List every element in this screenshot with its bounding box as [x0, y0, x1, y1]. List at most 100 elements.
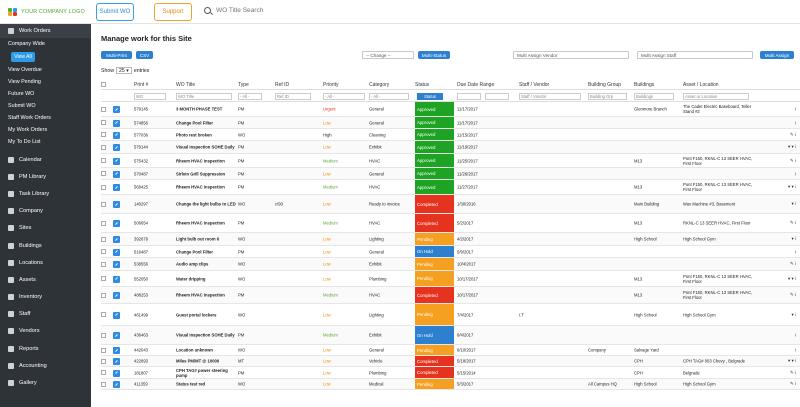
entries-select[interactable]: 25 ▾: [115, 67, 132, 74]
print-number-cell[interactable]: 411359: [134, 382, 170, 387]
row-actions[interactable]: ▾ ▾ i: [788, 144, 796, 150]
column-header-type[interactable]: Type: [238, 82, 249, 88]
sidebar-item-pm-library[interactable]: PM Library: [0, 168, 91, 185]
row-checkbox[interactable]: [101, 220, 106, 226]
wo-title-link-cell[interactable]: Change the light bulbs to LED: [176, 202, 236, 207]
table-row[interactable]: 442043 Location unknown WO Low General Pendin…: [101, 345, 800, 356]
sidebar-link-submit-wo[interactable]: Submit WO: [0, 100, 91, 112]
row-actions[interactable]: i: [795, 107, 796, 112]
row-actions[interactable]: ✎ i: [790, 292, 796, 298]
edit-icon[interactable]: [113, 236, 120, 243]
wo-title-link-cell[interactable]: Location unknown: [176, 348, 236, 353]
print-number-cell[interactable]: 461499: [134, 312, 170, 317]
wo-title-search-input[interactable]: [216, 5, 326, 15]
column-header-bgroup[interactable]: Building Group: [588, 82, 621, 88]
row-actions[interactable]: i: [795, 249, 796, 254]
table-row[interactable]: 516487 Change Pool Filter PM Low General On H…: [101, 246, 800, 258]
search-icon[interactable]: [204, 7, 211, 14]
table-row[interactable]: 506654 Rheem HVAC Inspection PM Medium HVAC C…: [101, 214, 800, 233]
wo-title-link-cell[interactable]: Visual Inspection SOHE Daily: [176, 145, 236, 150]
status-badge[interactable]: Completed: [415, 356, 454, 366]
sidebar-item-task-library[interactable]: Task Library: [0, 185, 91, 202]
table-row[interactable]: 140297 Change the light bulbs to LED WO c/9…: [101, 195, 800, 214]
status-badge[interactable]: Pending: [415, 304, 454, 325]
multi-assign-staff-select[interactable]: Multi Assign Staff: [637, 51, 753, 59]
sidebar-item-staff[interactable]: Staff: [0, 306, 91, 323]
wo-title-link-cell[interactable]: 3 MONTH PHASE TEST: [176, 107, 236, 112]
status-badge[interactable]: On Hold: [415, 246, 454, 257]
column-header-title[interactable]: WO Title: [176, 82, 195, 88]
wo-title-link-cell[interactable]: Rheem HVAC Inspection: [176, 221, 236, 226]
row-checkbox[interactable]: [101, 370, 106, 375]
column-header-staff[interactable]: Staff / Vendor: [519, 82, 549, 88]
edit-icon[interactable]: [113, 275, 120, 283]
row-checkbox[interactable]: [101, 106, 106, 112]
row-actions[interactable]: i: [795, 120, 796, 125]
print-number-cell[interactable]: 506654: [134, 221, 170, 226]
sidebar-company-wide[interactable]: Company Wide: [0, 38, 91, 50]
row-checkbox[interactable]: [101, 276, 106, 281]
multi-assign-vendor-select[interactable]: Multi Assign Vendor: [513, 51, 629, 59]
status-badge[interactable]: Pending: [415, 258, 454, 270]
sidebar-item-inventory[interactable]: Inventory: [0, 289, 91, 306]
sidebar-link-my-work-orders[interactable]: My Work Orders: [0, 124, 91, 136]
sidebar-link-my-to-do-list[interactable]: My To Do List: [0, 136, 91, 148]
print-number-cell[interactable]: 552050: [134, 276, 170, 281]
sidebar-item-calendar[interactable]: Calendar: [0, 151, 91, 168]
wo-title-link-cell[interactable]: Visual Inspection SOHE Daily: [176, 333, 236, 338]
sidebar-link-future-wo[interactable]: Future WO: [0, 88, 91, 100]
due-from-filter[interactable]: [457, 93, 481, 100]
row-checkbox[interactable]: [101, 292, 106, 298]
status-badge[interactable]: Approved: [415, 141, 454, 153]
row-actions[interactable]: ▾ i: [791, 236, 796, 242]
company-logo[interactable]: YOUR COMPANY LOGO: [8, 8, 85, 16]
table-row[interactable]: 570487 Sirloin Grill Suppression PM Low Gene…: [101, 168, 800, 180]
wo-title-link-cell[interactable]: Water dripping: [176, 276, 236, 281]
print-number-cell[interactable]: 436463: [134, 333, 170, 338]
status-badge[interactable]: Completed: [415, 367, 454, 378]
status-badge[interactable]: Pending: [415, 271, 454, 286]
print-number-cell[interactable]: 575432: [134, 158, 170, 163]
bgroup-filter[interactable]: Building Grp: [588, 93, 627, 100]
edit-icon[interactable]: [113, 292, 120, 299]
column-header-buildings[interactable]: Buildings: [634, 82, 654, 88]
buildings-filter[interactable]: Buildings: [634, 93, 674, 100]
priority-filter[interactable]: - All -: [323, 93, 365, 100]
sidebar-link-view-overdue[interactable]: View Overdue: [0, 64, 91, 76]
wo-title-link-cell[interactable]: Change Pool Filter: [176, 249, 236, 254]
column-header-category[interactable]: Category: [369, 82, 389, 88]
row-actions[interactable]: ▾ ▾ i: [788, 358, 796, 364]
status-badge[interactable]: Approved: [415, 180, 454, 194]
status-badge[interactable]: Approved: [415, 168, 454, 179]
print-filter[interactable]: WO: [134, 93, 166, 100]
table-row[interactable]: 488253 Rheem HVAC Inspection PM Medium HVAC C…: [101, 287, 800, 304]
status-badge[interactable]: Pending: [415, 379, 454, 389]
row-checkbox[interactable]: [101, 171, 106, 176]
print-number-cell[interactable]: 488253: [134, 293, 170, 298]
edit-icon[interactable]: [113, 311, 120, 319]
table-row[interactable]: 392679 Light bulb out room 6 WO Low Lighting…: [101, 233, 800, 246]
column-header-ref[interactable]: Ref ID: [275, 82, 289, 88]
status-badge[interactable]: Completed: [415, 214, 454, 232]
print-number-cell[interactable]: 574856: [134, 120, 170, 125]
edit-icon[interactable]: [113, 369, 120, 377]
print-number-cell[interactable]: 422893: [134, 359, 170, 364]
row-checkbox[interactable]: [101, 184, 106, 190]
column-header-priority[interactable]: Priority: [323, 82, 339, 88]
table-row[interactable]: 552050 Water dripping WO Low Plumbing Pending…: [101, 271, 800, 287]
sidebar-item-locations[interactable]: Locations: [0, 254, 91, 271]
sidebar-item-company[interactable]: Company: [0, 203, 91, 220]
edit-icon[interactable]: [113, 201, 120, 208]
table-row[interactable]: 577036 Photo rest broken WO High Cleaning App…: [101, 129, 800, 141]
sidebar-item-accounting[interactable]: Accounting: [0, 357, 91, 374]
row-checkbox[interactable]: [101, 261, 106, 267]
select-all-checkbox[interactable]: [101, 82, 106, 87]
status-badge[interactable]: Completed: [415, 287, 454, 303]
staff-filter[interactable]: Staff / Vendor: [519, 93, 581, 100]
row-actions[interactable]: ✎ i: [790, 132, 796, 138]
edit-icon[interactable]: [113, 170, 120, 178]
row-actions[interactable]: ▾ i: [791, 201, 796, 207]
status-badge[interactable]: Completed: [415, 195, 454, 213]
sidebar-item-reports[interactable]: Reports: [0, 340, 91, 357]
support-button[interactable]: Support: [154, 3, 192, 21]
